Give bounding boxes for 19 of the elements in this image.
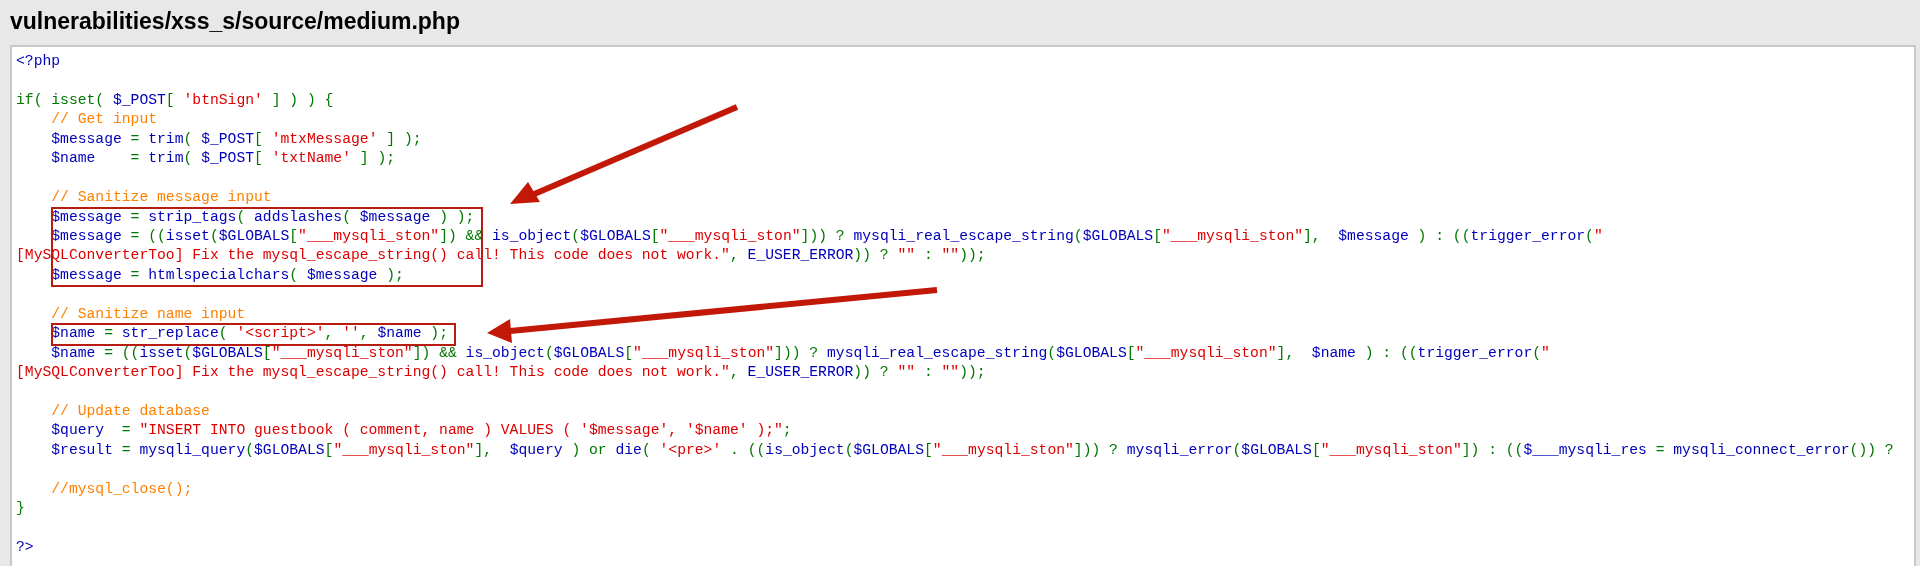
code-line: } bbox=[16, 500, 25, 517]
code-line: $query = "INSERT INTO guestbook ( comment, name ) VALUES ( '$message', '$name' );"; bbox=[50, 422, 792, 439]
code-line: $message = trim( $_POST[ 'mtxMessage' ] ); bbox=[50, 130, 422, 147]
code-line: // Get input bbox=[50, 111, 158, 128]
code-line: // Update database bbox=[50, 402, 210, 419]
page-title: vulnerabilities/xss_s/source/medium.php bbox=[10, 7, 460, 35]
code-line: $message = htmlspecialchars( $message ); bbox=[50, 266, 404, 283]
code-line: $name = trim( $_POST[ 'txtName' ] ); bbox=[50, 150, 396, 167]
code-line: if( isset( $_POST[ 'btnSign' ] ) ) { bbox=[16, 91, 334, 108]
code-line: $result = mysqli_query($GLOBALS["___mysqli_ston"], $query ) or die( '<pre>' . ((is_object($GLOBALS["___mysqli_ston"])) ? mysqli_error($GLOBALS["___mysqli_ston"]) : (($___mysqli_res = mysqli_connect_error()) ? bbox=[50, 441, 1894, 458]
code-line: $name = ((isset($GLOBALS["___mysqli_ston"]) && is_object($GLOBALS["___mysqli_ston"])) ? mysqli_real_escape_string($GLOBALS["___mysqli_ston"], $name ) : ((trigger_error(" bbox=[50, 344, 1550, 361]
code-line: // Sanitize message input bbox=[50, 189, 272, 206]
code-line: <?php bbox=[16, 53, 61, 69]
code-line: // Sanitize name input bbox=[50, 305, 246, 322]
code-line: //mysql_close(); bbox=[50, 480, 193, 497]
code-line: ?> bbox=[16, 538, 34, 555]
code-line: [MySQLConverterToo] Fix the mysql_escape_string() call! This code does not work.", E_USER_ERROR)) ? "" : "")); bbox=[16, 364, 986, 380]
code-line: $name = str_replace( '<script>', '', $name ); bbox=[50, 325, 448, 342]
code-line: $message = strip_tags( addslashes( $message ) ); bbox=[50, 208, 475, 225]
